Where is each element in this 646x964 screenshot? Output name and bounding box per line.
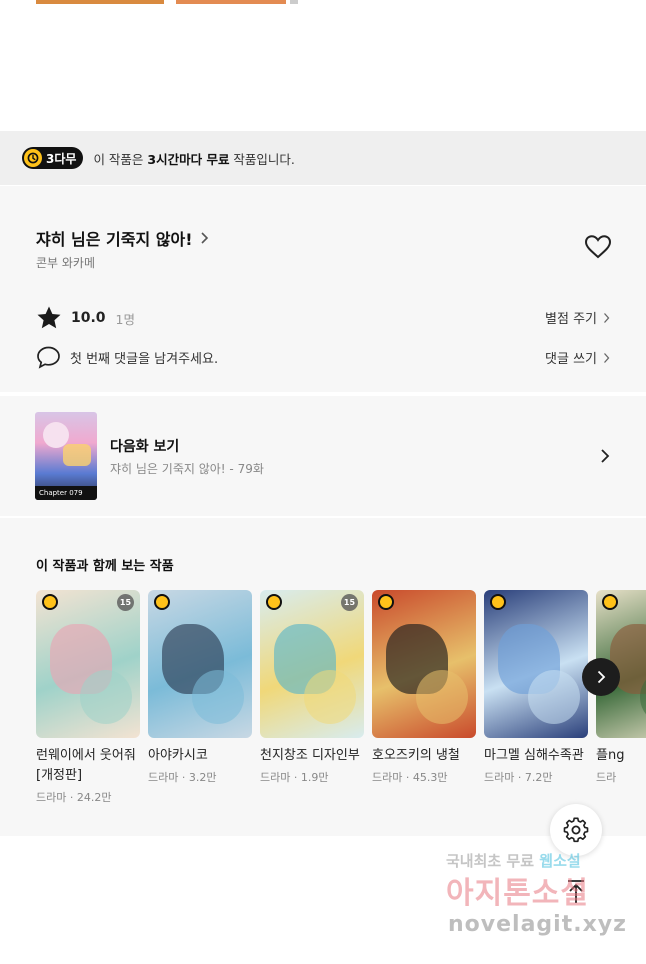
rating-value: 10.0 xyxy=(71,310,106,326)
banner-text-bold: 3시간마다 무료 xyxy=(147,151,230,167)
watermark-logo: 아지톤소설 xyxy=(446,876,589,911)
recommendation-cover xyxy=(148,590,252,738)
rating-row: 10.0 1명 xyxy=(36,305,135,331)
banner-text: 이 작품은 3시간마다 무료 작품입니다. xyxy=(93,149,294,168)
age-rating-badge: 15 xyxy=(341,594,358,611)
clock-icon xyxy=(602,594,618,610)
recommendation-meta: 드라마 · 1.9만 xyxy=(260,769,364,785)
banner-text-prefix: 이 작품은 xyxy=(93,151,148,167)
view-count: 7.2만 xyxy=(524,771,553,784)
chevron-right-icon xyxy=(200,232,208,244)
next-episode-subtitle: 쟈히 님은 기죽지 않아! - 79화 xyxy=(110,462,264,476)
chevron-right-icon xyxy=(604,352,610,363)
view-count: 1.9만 xyxy=(300,771,329,784)
free-badge: 3다무 xyxy=(22,147,84,169)
separator-dot: · xyxy=(290,771,301,784)
clock-icon xyxy=(490,594,506,610)
recommendation-item[interactable]: 마그멜 심해수족관드라마 · 7.2만 xyxy=(484,590,588,785)
previous-section-thumbnails xyxy=(0,0,646,6)
gear-icon xyxy=(563,817,589,843)
recommendation-title: 호오즈키의 냉철 xyxy=(372,748,460,763)
recommendation-cover xyxy=(372,590,476,738)
rate-button-label: 별점 주기 xyxy=(545,312,597,327)
separator-dot: · xyxy=(178,771,189,784)
genre: 드라마 xyxy=(36,791,67,804)
recommendation-cover xyxy=(484,590,588,738)
clock-icon xyxy=(24,149,42,167)
recommendation-meta: 드라마 · 24.2만 xyxy=(36,789,140,805)
clock-icon xyxy=(378,594,394,610)
genre: 드라마 xyxy=(372,771,403,784)
recommendation-title: 마그멜 심해수족관 xyxy=(484,748,584,763)
next-episode-thumbnail: Chapter 079 xyxy=(35,412,97,500)
next-episode-card[interactable]: Chapter 079 다음화 보기 쟈히 님은 기죽지 않아! - 79화 xyxy=(0,396,646,516)
recommendation-item[interactable]: 15 런웨이에서 웃어줘 [개정판] 드라마 · 24.2만 xyxy=(36,590,140,805)
chevron-right-icon xyxy=(597,670,605,684)
clock-icon xyxy=(266,594,282,610)
view-count: 3.2만 xyxy=(188,771,217,784)
banner-text-suffix: 작품입니다. xyxy=(229,151,295,167)
comment-row: 첫 번째 댓글을 남겨주세요. xyxy=(36,345,218,369)
genre: 드라마 xyxy=(484,771,515,784)
separator-dot: · xyxy=(514,771,525,784)
recommendation-title: 런웨이에서 웃어줘 [개정판] xyxy=(36,748,136,783)
recommendation-title: 플ng xyxy=(596,748,625,763)
view-count: 24.2만 xyxy=(76,791,112,804)
next-episode-title: 다음화 보기 xyxy=(110,439,180,455)
genre: 드라마 xyxy=(148,771,179,784)
genre: 드라 xyxy=(596,771,617,784)
clock-icon xyxy=(42,594,58,610)
rate-button[interactable]: 별점 주기 xyxy=(545,308,610,327)
heart-icon[interactable] xyxy=(584,234,612,260)
view-count: 45.3만 xyxy=(412,771,448,784)
work-title: 쟈히 님은 기죽지 않아! xyxy=(36,230,193,249)
free-badge-label: 3다무 xyxy=(46,151,77,166)
recommendation-meta: 드라마 · 3.2만 xyxy=(148,769,252,785)
work-title-link[interactable]: 쟈히 님은 기죽지 않아! xyxy=(36,226,209,250)
clock-icon xyxy=(154,594,170,610)
thumbnail-edge[interactable] xyxy=(36,0,164,4)
thumbnail-caption: Chapter 079 xyxy=(35,486,97,500)
chevron-right-icon xyxy=(604,312,610,323)
recommendations-section: 이 작품과 함께 보는 작품 15 런웨이에서 웃어줘 [개정판] 드라마 · 24… xyxy=(0,518,646,836)
recommendation-cover: 15 xyxy=(260,590,364,738)
thumbnail-edge[interactable] xyxy=(290,0,298,4)
recommendations-title: 이 작품과 함께 보는 작품 xyxy=(36,559,174,574)
star-icon xyxy=(37,306,61,329)
carousel-next-button[interactable] xyxy=(582,658,620,696)
recommendation-item[interactable]: 호오즈키의 냉철드라마 · 45.3만 xyxy=(372,590,476,785)
recommendation-meta: 드라 xyxy=(596,769,646,785)
separator-dot: · xyxy=(66,791,77,804)
recommendation-item[interactable]: 아야카시코드라마 · 3.2만 xyxy=(148,590,252,785)
rating-count: 1명 xyxy=(115,311,135,327)
recommendation-cover: 15 xyxy=(36,590,140,738)
separator-dot: · xyxy=(402,771,413,784)
genre: 드라마 xyxy=(260,771,291,784)
recommendation-title: 아야카시코 xyxy=(148,748,208,763)
age-rating-badge: 15 xyxy=(117,594,134,611)
recommendation-item[interactable]: 15 천지창조 디자인부드라마 · 1.9만 xyxy=(260,590,364,785)
speech-bubble-icon xyxy=(37,346,60,369)
author-name[interactable]: 콘부 와카메 xyxy=(36,254,95,271)
comment-prompt: 첫 번째 댓글을 남겨주세요. xyxy=(70,351,219,367)
write-comment-button[interactable]: 댓글 쓰기 xyxy=(545,348,610,367)
page: 3다무 이 작품은 3시간마다 무료 작품입니다. 쟈히 님은 기죽지 않아! … xyxy=(0,0,646,964)
write-comment-label: 댓글 쓰기 xyxy=(545,352,597,367)
recommendation-meta: 드라마 · 45.3만 xyxy=(372,769,476,785)
free-every-3-hours-banner: 3다무 이 작품은 3시간마다 무료 작품입니다. xyxy=(0,131,646,185)
chevron-right-icon xyxy=(601,449,610,463)
work-info-card: 쟈히 님은 기죽지 않아! 콘부 와카메 10.0 1명 별점 주기 첫 번째 … xyxy=(0,186,646,392)
watermark-url: novelagit.xyz xyxy=(448,912,627,937)
recommendation-meta: 드라마 · 7.2만 xyxy=(484,769,588,785)
settings-button[interactable] xyxy=(550,804,602,856)
recommendation-title: 천지창조 디자인부 xyxy=(260,748,360,763)
thumbnail-edge[interactable] xyxy=(176,0,286,4)
